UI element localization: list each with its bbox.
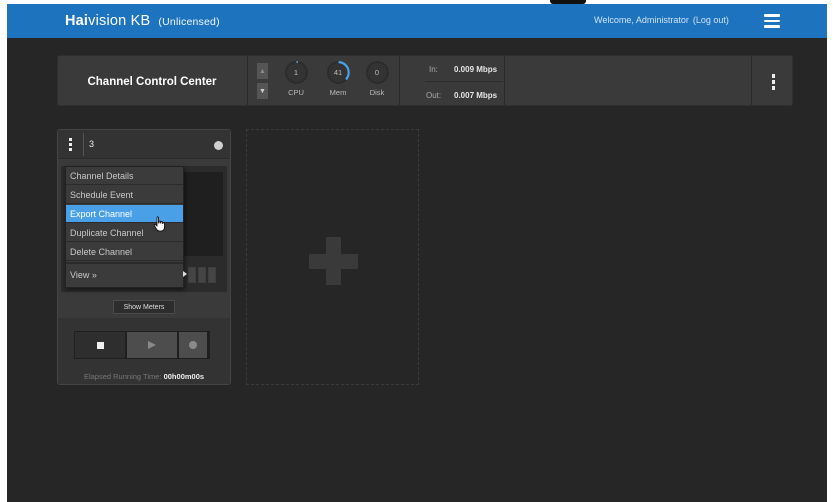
- menu-separator: [66, 262, 183, 264]
- net-in-value: 0.009 Mbps: [454, 65, 498, 74]
- record-icon: [189, 341, 197, 349]
- show-meters-button[interactable]: Show Meters: [113, 300, 175, 314]
- cpu-label: CPU: [288, 88, 304, 97]
- channel-number: 3: [89, 139, 95, 149]
- mem-label: Mem: [329, 88, 347, 97]
- control-center-title: Channel Control Center: [87, 75, 217, 88]
- stop-button[interactable]: [75, 332, 125, 358]
- channel-menu-icon[interactable]: [62, 136, 78, 153]
- logout-link[interactable]: (Log out): [693, 15, 729, 25]
- top-header: Haivision KB (Unlicensed) Welcome, Admini…: [7, 4, 827, 38]
- elapsed-value: 00h00m00s: [163, 372, 205, 381]
- app-window: Haivision KB (Unlicensed) Welcome, Admini…: [7, 4, 827, 502]
- mem-arc: [337, 61, 350, 81]
- license-status: (Unlicensed): [158, 16, 220, 28]
- add-channel-tile[interactable]: [246, 129, 419, 385]
- disk-ring: 0: [365, 61, 389, 84]
- scroll-up-button[interactable]: ▲: [257, 63, 268, 79]
- divider: [504, 56, 505, 107]
- hamburger-menu-icon[interactable]: [753, 4, 790, 38]
- mem-ring: 41: [326, 61, 350, 84]
- divider: [247, 56, 248, 107]
- hand-cursor-icon: [153, 216, 165, 232]
- transport-controls: Elapsed Running Time: 00h00m00s: [58, 318, 230, 384]
- scroll-down-button[interactable]: ▼: [257, 83, 268, 99]
- net-out-value: 0.007 Mbps: [454, 91, 498, 100]
- mem-gauge: 41 Mem: [324, 61, 352, 97]
- elapsed-label: Elapsed Running Time:: [83, 372, 162, 381]
- channel-card-header: 3: [58, 130, 230, 159]
- divider: [399, 56, 400, 107]
- cpu-ring: 1: [284, 61, 308, 84]
- channel-status-indicator: [214, 141, 223, 150]
- transport-button-group: [74, 331, 210, 359]
- net-separator: [425, 81, 503, 82]
- header-divider: [83, 133, 84, 156]
- cpu-gauge: 1 CPU: [282, 61, 310, 97]
- brand-logo[interactable]: Haivision KB (Unlicensed): [65, 13, 220, 29]
- elapsed-running-time: Elapsed Running Time: 00h00m00s: [58, 372, 230, 381]
- control-center-menu-icon[interactable]: [752, 56, 794, 107]
- disk-label: Disk: [369, 88, 385, 97]
- net-in-label: In:: [429, 65, 438, 74]
- play-icon: [148, 341, 156, 349]
- welcome-text: Welcome, Administrator (Log out): [594, 15, 729, 25]
- submenu-arrow-icon: [183, 271, 187, 277]
- menu-item-view[interactable]: View »: [66, 266, 183, 284]
- disk-value: 0: [374, 68, 380, 77]
- welcome-user: Welcome, Administrator: [594, 15, 689, 25]
- menu-item-delete-channel[interactable]: Delete Channel: [66, 243, 183, 261]
- stop-icon: [96, 341, 104, 349]
- control-center-bar: Channel Control Center ▲ ▼ 1 CPU 41 Mem …: [57, 55, 794, 107]
- brand-name: vision KB: [88, 13, 151, 29]
- net-out-label: Out:: [426, 91, 442, 100]
- menu-item-channel-details[interactable]: Channel Details: [66, 167, 183, 185]
- disk-gauge: 0 Disk: [363, 61, 391, 97]
- menu-item-schedule-event[interactable]: Schedule Event: [66, 186, 183, 204]
- play-button[interactable]: [127, 332, 177, 358]
- record-button[interactable]: [179, 332, 207, 358]
- preview-thumbnail: [181, 172, 223, 256]
- cpu-arc: [295, 61, 298, 64]
- brand-bold: Hai: [65, 13, 89, 29]
- audio-meters: [188, 267, 216, 283]
- plus-icon-bar: [309, 254, 358, 269]
